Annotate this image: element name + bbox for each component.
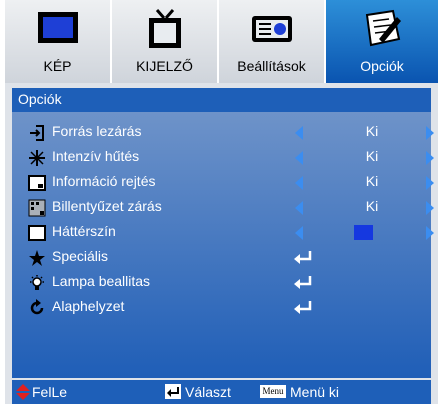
option-value: Ki [365,123,379,139]
enter-icon[interactable] [293,274,313,295]
tab-bar: KÉP KIJELZŐ Beállítások Opciók [5,0,438,83]
left-arrow-icon[interactable] [295,226,303,240]
tab-beallitasok[interactable]: Beállítások [219,0,326,83]
menu-key-badge: Menu [260,385,286,398]
option-label: Billentyűzet zárás [52,198,162,214]
tab-label: KIJELZŐ [136,58,193,74]
right-arrow-icon[interactable] [426,201,434,215]
option-label: Háttérszín [52,223,116,239]
option-label: Lampa beallitas [52,273,151,289]
tab-kep[interactable]: KÉP [5,0,112,83]
option-intensive-cooling[interactable]: Intenzív hűtés Ki [12,145,434,171]
projector-icon [219,8,324,50]
tab-kijelzo[interactable]: KIJELZŐ [112,0,219,83]
option-source-lock[interactable]: Forrás lezárás Ki [12,120,434,146]
tab-label: Beállítások [237,58,306,74]
reset-icon [28,299,46,317]
fan-icon [28,149,46,167]
option-value: Ki [365,173,379,189]
notepad-pencil-icon [326,8,438,50]
tv-icon [112,8,217,50]
lamp-icon [28,274,46,292]
footer-move-label: FelLe [32,384,68,400]
option-value: Ki [365,198,379,214]
option-lamp-settings[interactable]: Lampa beallitas [12,270,431,296]
option-background-color[interactable]: Háttérszín [12,220,434,246]
left-arrow-icon[interactable] [295,201,303,215]
right-arrow-icon[interactable] [426,176,434,190]
option-label: Intenzív hűtés [52,148,140,164]
right-arrow-icon[interactable] [426,226,434,240]
enter-key-icon [165,384,181,399]
footer-help-bar: FelLe Választ Menu Menü ki [12,380,431,404]
info-screen-icon [28,174,46,192]
color-swatch [354,225,373,240]
option-label: Alaphelyzet [52,298,125,314]
right-arrow-icon[interactable] [426,126,434,140]
option-info-hide[interactable]: Információ rejtés Ki [12,170,434,196]
footer-menu-exit-label: Menü ki [290,384,340,400]
option-label: Speciális [52,248,109,264]
footer-select-label: Választ [185,384,231,400]
star-icon [28,249,46,267]
right-arrow-icon[interactable] [426,151,434,165]
left-arrow-icon[interactable] [295,126,303,140]
option-keypad-lock[interactable]: Billentyűzet zárás Ki [12,195,434,221]
left-arrow-icon[interactable] [295,176,303,190]
option-advanced[interactable]: Speciális [12,245,431,271]
background-screen-icon [28,224,46,242]
keypad-icon [28,199,46,217]
source-input-icon [28,124,46,142]
option-value: Ki [365,148,379,164]
osd-menu: KÉP KIJELZŐ Beállítások Opciók Opciók Fo… [5,0,438,404]
tab-label: Opciók [360,58,404,74]
tab-label: KÉP [43,58,72,74]
enter-icon[interactable] [293,249,313,270]
left-arrow-icon[interactable] [295,151,303,165]
options-list: Forrás lezárás Ki Intenzív hűtés Ki Info… [12,112,434,378]
section-header: Opciók [12,88,431,112]
option-label: Információ rejtés [52,173,156,189]
enter-icon[interactable] [293,299,313,320]
page-title: Opciók [18,91,62,107]
up-down-arrow-icon [16,384,30,405]
monitor-icon [5,8,110,50]
option-reset[interactable]: Alaphelyzet [12,295,431,321]
tab-opciok[interactable]: Opciók [326,0,438,83]
option-label: Forrás lezárás [52,123,142,139]
